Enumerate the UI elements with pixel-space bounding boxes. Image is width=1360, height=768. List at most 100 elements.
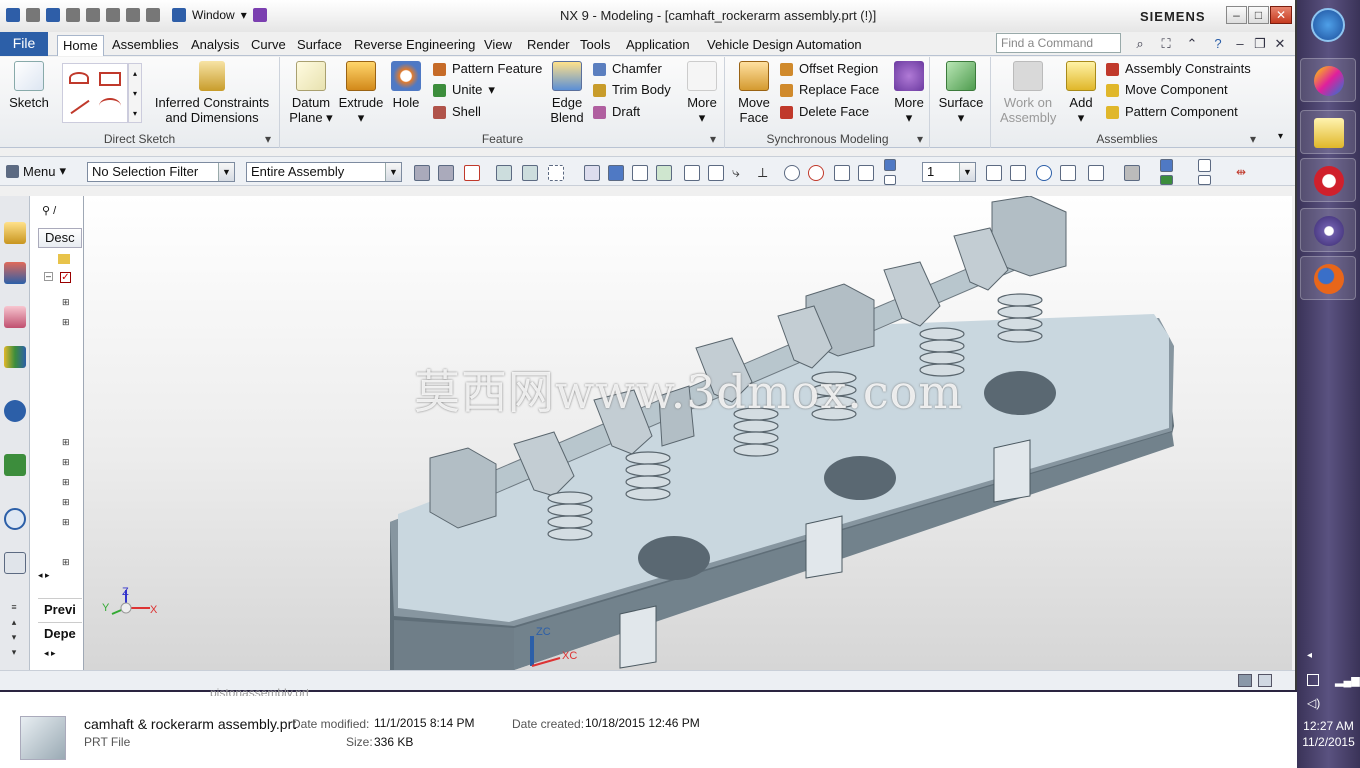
previous-file-row[interactable]: pistonassembly.prt bbox=[210, 686, 309, 696]
surface-button[interactable]: Surface ▾ bbox=[937, 61, 985, 125]
point-on-face-icon[interactable] bbox=[884, 159, 896, 171]
render-style-icon[interactable] bbox=[1088, 165, 1104, 181]
redo-icon[interactable] bbox=[66, 8, 80, 22]
assembly-navigator-icon[interactable] bbox=[4, 222, 26, 244]
gallery-scroll[interactable]: ▴ ▾ ▾ bbox=[128, 63, 142, 123]
taskbar-media-app[interactable] bbox=[1300, 208, 1356, 252]
tree-expanders[interactable]: ⊞ ⊞ ⊞ ⊞ ⊞ ⊞ ⊞ ⊞ bbox=[62, 292, 70, 572]
reuse-library-icon[interactable] bbox=[4, 346, 26, 368]
draft-button[interactable]: Draft bbox=[593, 102, 640, 122]
taskbar-explorer-app[interactable] bbox=[1300, 110, 1356, 154]
selection-scope-dropdown[interactable]: Entire Assembly ▼ bbox=[246, 162, 402, 182]
tab-home[interactable]: Home bbox=[57, 35, 104, 56]
tab-application[interactable]: Application bbox=[626, 35, 690, 56]
tab-curve[interactable]: Curve bbox=[251, 35, 286, 56]
resource-scroll[interactable]: ≡ ▴ ▾ ▾ bbox=[6, 600, 22, 660]
pan-icon[interactable] bbox=[1060, 165, 1076, 181]
work-on-assembly-button[interactable]: Work on Assembly bbox=[1000, 61, 1056, 125]
point-snap-icon[interactable] bbox=[632, 165, 648, 181]
view-triad-icon[interactable] bbox=[1160, 175, 1173, 185]
center-snap-icon[interactable] bbox=[784, 165, 800, 181]
window-menu[interactable]: Window bbox=[192, 8, 235, 22]
pattern-feature-button[interactable]: Pattern Feature bbox=[433, 59, 542, 79]
fit-icon[interactable] bbox=[986, 165, 1002, 181]
trim-body-button[interactable]: Trim Body bbox=[593, 80, 671, 100]
repeat-command-icon[interactable] bbox=[146, 8, 160, 22]
constraint-navigator-icon[interactable] bbox=[4, 262, 26, 284]
tab-vehicle-design-automation[interactable]: Vehicle Design Automation bbox=[707, 35, 862, 56]
minimize-button[interactable]: – bbox=[1226, 6, 1247, 24]
tab-view[interactable]: View bbox=[484, 35, 512, 56]
shell-button[interactable]: Shell bbox=[433, 102, 481, 122]
deselect-icon[interactable] bbox=[438, 165, 454, 181]
close-doc-icon[interactable]: ✕ bbox=[1272, 36, 1288, 52]
endpoint-snap-icon[interactable] bbox=[684, 165, 700, 181]
point-on-curve-icon[interactable] bbox=[858, 165, 874, 181]
move-component-button[interactable]: Move Component bbox=[1106, 80, 1228, 100]
show-hidden-icons[interactable]: ◂ bbox=[1307, 650, 1312, 661]
graphics-viewport[interactable]: 莫西网www.3dmox.com Y X Z ZC XC bbox=[84, 196, 1292, 670]
tab-tools[interactable]: Tools bbox=[580, 35, 610, 56]
sketch-curve-gallery[interactable] bbox=[62, 63, 128, 123]
zoom-icon[interactable] bbox=[1010, 165, 1026, 181]
inferred-constraints-button[interactable]: Inferred Constraints and Dimensions bbox=[150, 61, 274, 125]
menu-button[interactable]: Menu ▾ bbox=[6, 163, 66, 179]
view-orientation-icon[interactable] bbox=[1124, 165, 1140, 181]
type-filter-icon[interactable] bbox=[464, 165, 480, 181]
preview-section[interactable]: Previ bbox=[38, 598, 82, 620]
more-feature-button[interactable]: More ▾ bbox=[683, 61, 721, 125]
taskbar-firefox-app[interactable] bbox=[1300, 256, 1356, 300]
tab-surface[interactable]: Surface bbox=[297, 35, 342, 56]
description-column-header[interactable]: Desc bbox=[38, 228, 82, 248]
profile-icon[interactable] bbox=[69, 72, 89, 84]
start-button[interactable] bbox=[1311, 8, 1345, 42]
delete-face-button[interactable]: Delete Face bbox=[780, 102, 869, 122]
volume-icon[interactable]: ◁) bbox=[1307, 696, 1320, 710]
datum-plane-button[interactable]: Datum Plane ▾ bbox=[289, 61, 333, 125]
maximize-button[interactable]: □ bbox=[1248, 6, 1269, 24]
chevron-down-icon[interactable]: ▼ bbox=[218, 163, 234, 181]
existing-point-icon[interactable] bbox=[834, 165, 850, 181]
help-icon[interactable]: ? bbox=[1210, 36, 1226, 52]
history-icon[interactable] bbox=[4, 508, 26, 530]
pattern-component-button[interactable]: Pattern Component bbox=[1106, 102, 1238, 122]
snap-icon[interactable] bbox=[496, 165, 512, 181]
collapse-node-icon[interactable]: – bbox=[44, 272, 53, 281]
intersection-snap-icon[interactable]: ⟂ bbox=[758, 165, 774, 181]
measure-icon[interactable]: ⇹ bbox=[1236, 165, 1252, 181]
grid-snap-icon[interactable] bbox=[656, 165, 672, 181]
save-icon[interactable] bbox=[26, 8, 40, 22]
collapse-ribbon-icon[interactable]: ⌃ bbox=[1184, 36, 1200, 52]
tab-reverse-engineering[interactable]: Reverse Engineering bbox=[354, 35, 475, 56]
hole-button[interactable]: Hole bbox=[389, 61, 423, 110]
chevron-down-icon[interactable]: ▾ bbox=[710, 132, 716, 146]
taskbar-opera-app[interactable] bbox=[1300, 158, 1356, 202]
move-face-button[interactable]: Move Face bbox=[734, 61, 774, 125]
tab-file[interactable]: File bbox=[0, 32, 48, 56]
find-command-input[interactable]: Find a Command bbox=[996, 33, 1121, 53]
add-component-button[interactable]: Add ▾ bbox=[1064, 61, 1098, 125]
rectangle-icon[interactable] bbox=[99, 72, 121, 86]
sketch-button[interactable]: Sketch bbox=[6, 61, 52, 110]
select-all-icon[interactable] bbox=[414, 165, 430, 181]
cylinder-head-model[interactable] bbox=[84, 196, 1292, 670]
body-filter-icon[interactable] bbox=[584, 165, 600, 181]
network-icon[interactable]: ▂▄▆ bbox=[1335, 674, 1360, 687]
tab-render[interactable]: Render bbox=[527, 35, 570, 56]
restore-doc-icon[interactable]: ❐ bbox=[1252, 36, 1268, 52]
extrude-button[interactable]: Extrude ▾ bbox=[337, 61, 385, 125]
chevron-down-icon[interactable]: ▼ bbox=[385, 163, 401, 181]
copy-icon[interactable] bbox=[106, 8, 120, 22]
hd3d-tools-icon[interactable] bbox=[4, 400, 26, 422]
chevron-down-icon[interactable]: ▾ bbox=[1250, 132, 1256, 146]
midpoint-snap-icon[interactable] bbox=[708, 165, 724, 181]
arc-icon[interactable] bbox=[99, 98, 121, 114]
dependencies-section[interactable]: Depe bbox=[38, 622, 82, 644]
line-icon[interactable] bbox=[70, 99, 90, 115]
edge-blend-button[interactable]: Edge Blend bbox=[547, 61, 587, 125]
part-navigator-icon[interactable] bbox=[4, 306, 26, 328]
checkbox-icon[interactable]: ✓ bbox=[60, 272, 71, 283]
assembly-constraints-button[interactable]: Assembly Constraints bbox=[1106, 59, 1251, 79]
chevron-down-icon[interactable]: ▾ bbox=[917, 132, 923, 146]
tab-analysis[interactable]: Analysis bbox=[191, 35, 239, 56]
